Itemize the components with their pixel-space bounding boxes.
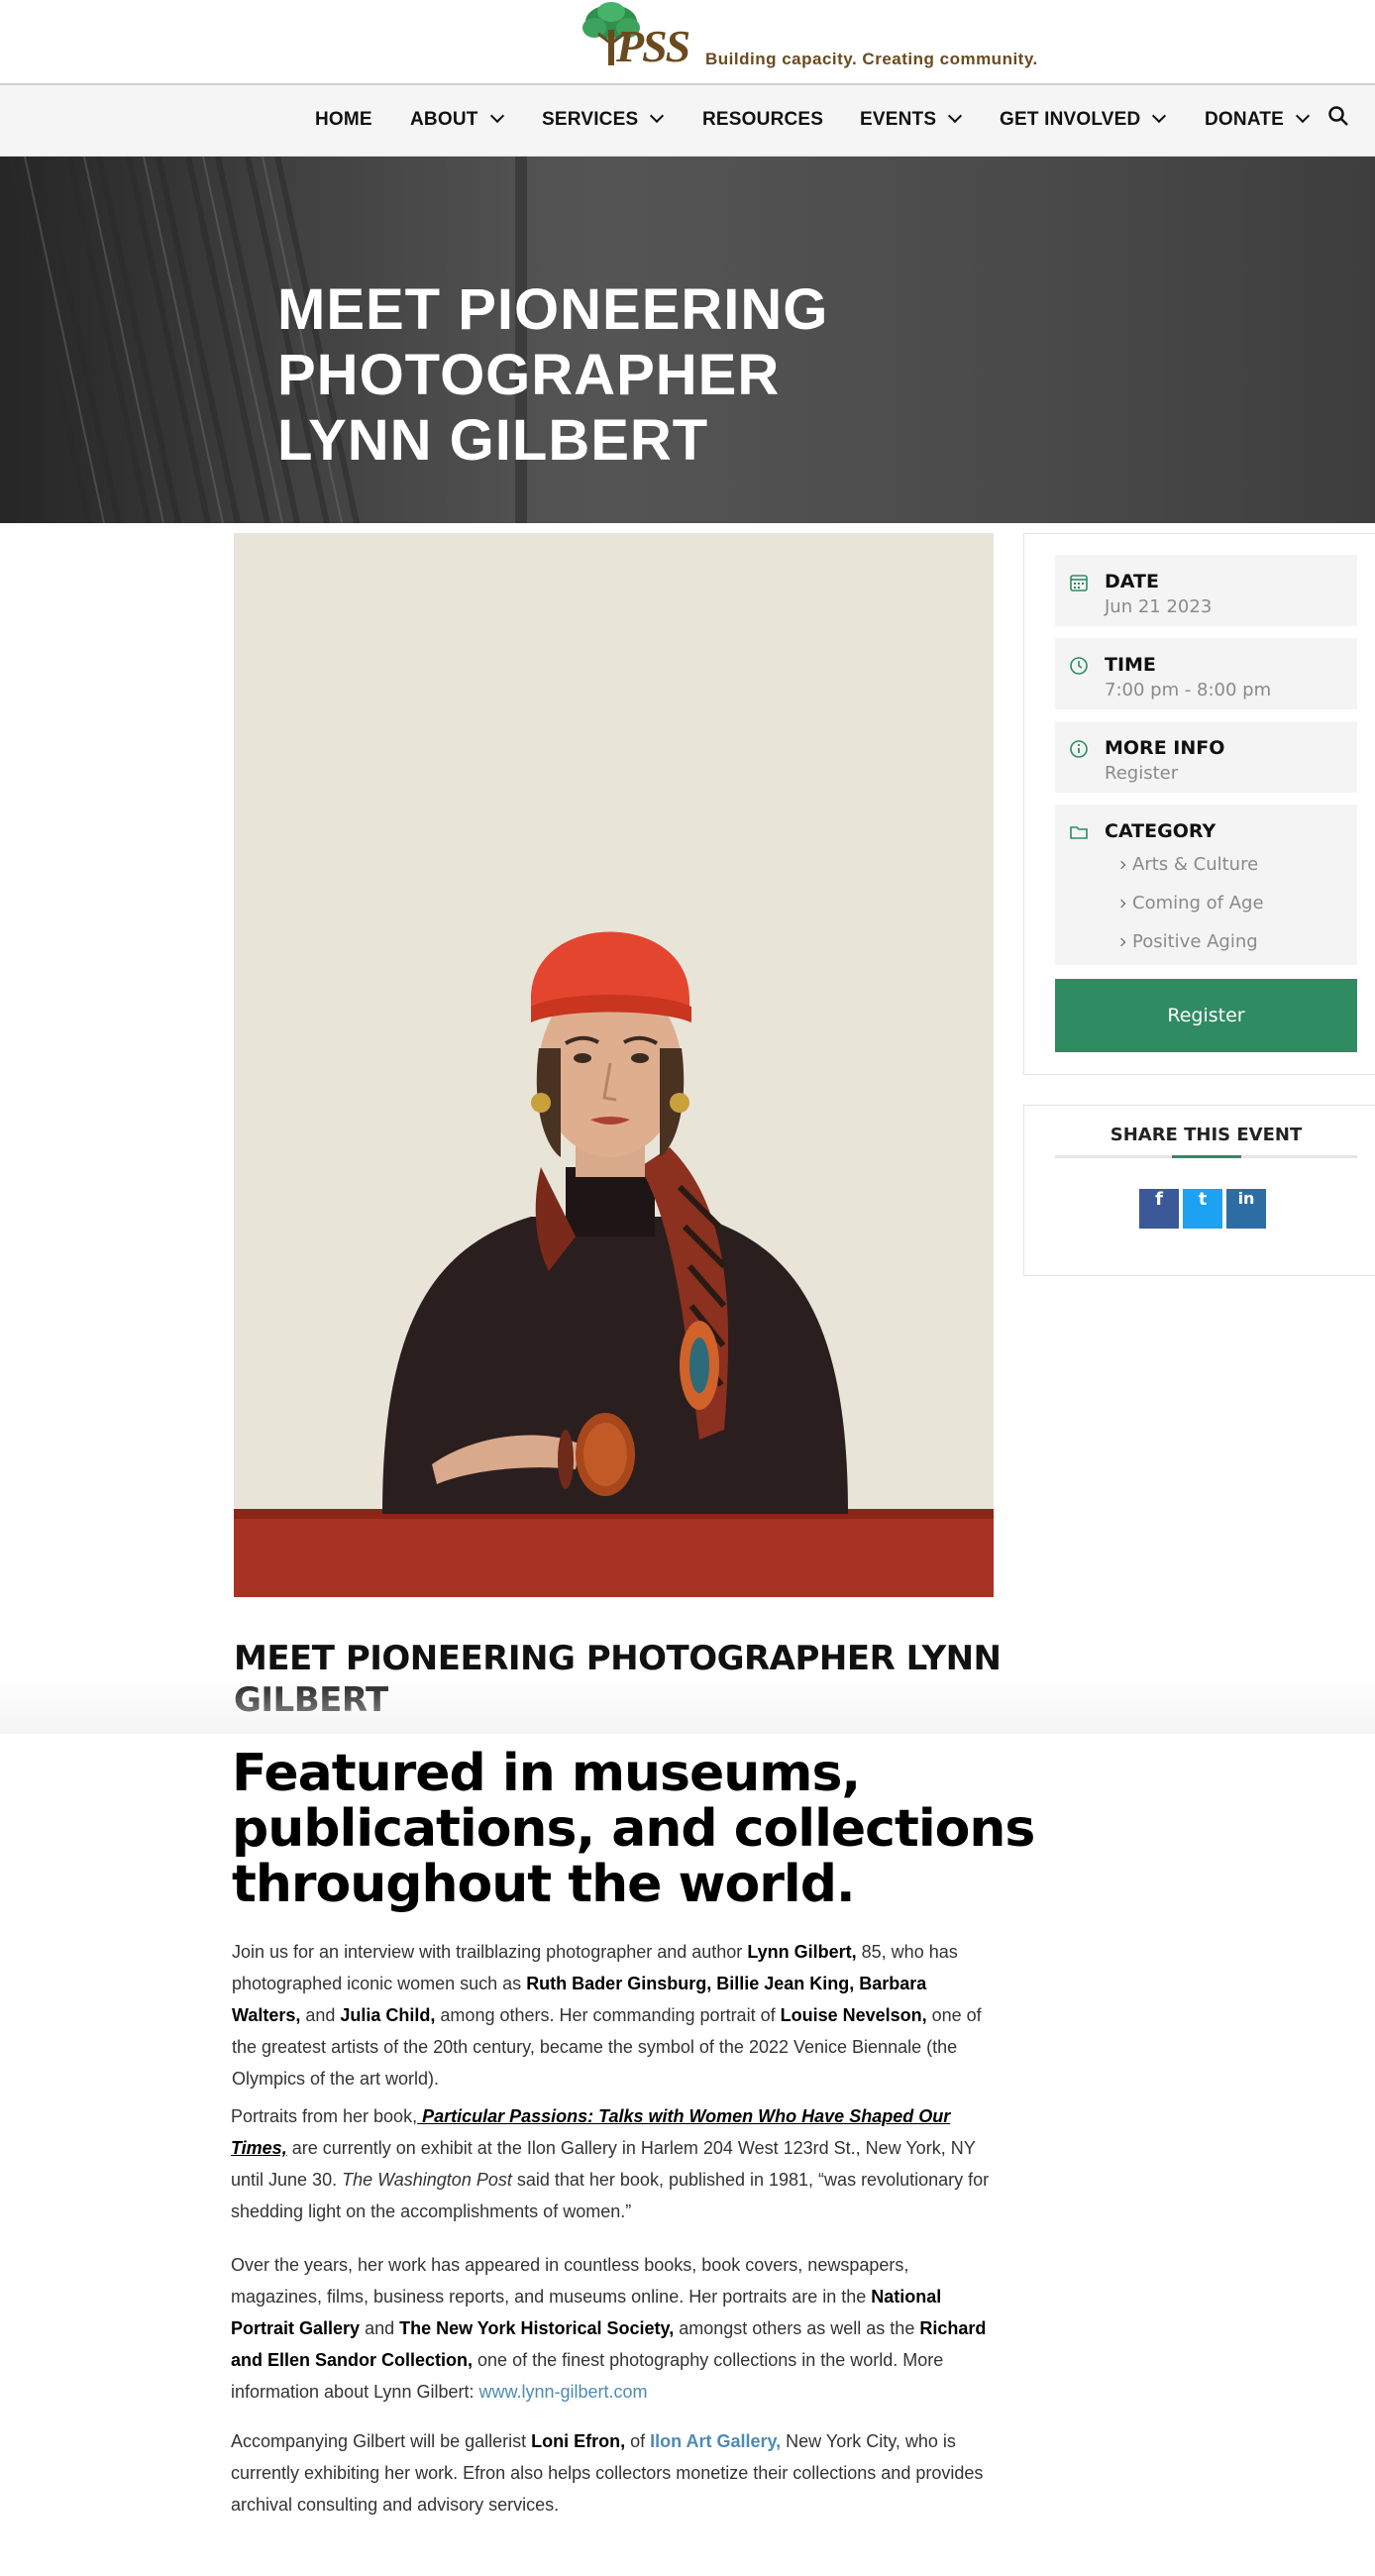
text-span: amongst others as well as the — [674, 2318, 920, 2338]
category-item-label: Positive Aging — [1132, 931, 1258, 952]
hero-title: MEET PIONEERING PHOTOGRAPHER LYNN GILBER… — [277, 277, 1347, 474]
date-value: Jun 21 2023 — [1105, 596, 1213, 617]
nav-label: RESOURCES — [702, 109, 824, 130]
hero-banner: MEET PIONEERING PHOTOGRAPHER LYNN GILBER… — [0, 157, 1375, 523]
sticky-fade-overlay — [0, 1674, 1375, 1734]
category-item-label: Arts & Culture — [1132, 854, 1259, 875]
gallery-link[interactable]: Ilon Art Gallery, — [650, 2431, 781, 2451]
article-headline: Featured in museums, publications, and c… — [232, 1744, 1035, 1914]
nav-item-home[interactable]: HOME — [315, 109, 372, 131]
bold-name: Louise Nevelson, — [780, 2005, 927, 2025]
category-item-positive-aging[interactable]: Positive Aging — [1116, 931, 1258, 952]
site-logo[interactable]: PSS Building capacity. Creating communit… — [577, 0, 1052, 75]
nav-item-resources[interactable]: RESOURCES — [702, 109, 823, 131]
more-info-link[interactable]: Register — [1105, 763, 1178, 784]
text-span: Join us for an interview with trailblazi… — [232, 1942, 748, 1962]
chevron-down-icon — [650, 108, 665, 124]
nav-label: EVENTS — [860, 109, 937, 130]
nav-label: DONATE — [1205, 109, 1285, 130]
text-span: Portraits from her book, — [231, 2106, 418, 2126]
search-icon[interactable] — [1327, 105, 1349, 127]
date-label: DATE — [1105, 571, 1159, 592]
bold-name: Loni Efron, — [531, 2431, 626, 2451]
text-span: and — [300, 2005, 341, 2025]
facebook-share-button[interactable]: f — [1139, 1189, 1179, 1229]
chevron-down-icon — [948, 108, 963, 124]
main-nav: HOME ABOUT SERVICES RESOURCES EVENTS GET… — [0, 83, 1375, 157]
time-label: TIME — [1105, 654, 1156, 676]
twitter-share-button[interactable]: t — [1183, 1189, 1222, 1229]
more-info-label: MORE INFO — [1105, 737, 1225, 759]
chevron-right-icon — [1116, 899, 1126, 909]
chevron-down-icon — [489, 108, 504, 124]
nav-label: ABOUT — [410, 109, 478, 130]
info-icon — [1070, 740, 1088, 758]
hero-title-line2: LYNN GILBERT — [277, 408, 709, 473]
share-divider-accent — [1172, 1155, 1241, 1158]
text-span: and — [360, 2318, 400, 2338]
text-span: Accompanying Gilbert will be gallerist — [231, 2431, 532, 2451]
logo-wordmark: PSS — [616, 21, 690, 71]
chevron-down-icon — [1295, 108, 1311, 124]
site-tagline: Building capacity. Creating community. — [705, 50, 1038, 68]
text-span: Over the years, her work has appeared in… — [231, 2255, 909, 2307]
nav-item-donate[interactable]: DONATE — [1205, 108, 1311, 131]
event-category-box: CATEGORY Arts & Culture Coming of Age Po… — [1055, 805, 1357, 965]
text-span: of — [625, 2431, 651, 2451]
article-paragraph-4: Accompanying Gilbert will be gallerist L… — [231, 2425, 994, 2521]
nav-label: HOME — [315, 109, 372, 130]
register-button[interactable]: Register — [1055, 979, 1357, 1052]
article-paragraph-1: Join us for an interview with trailblazi… — [232, 1936, 995, 2094]
bold-name: Lynn Gilbert, — [747, 1942, 857, 1962]
nav-item-events[interactable]: EVENTS — [860, 108, 963, 131]
category-label: CATEGORY — [1105, 820, 1216, 842]
portrait-photo — [234, 533, 994, 1597]
nav-item-get-involved[interactable]: GET INVOLVED — [1000, 108, 1167, 131]
facebook-icon: f — [1155, 1189, 1163, 1210]
linkedin-icon: in — [1237, 1189, 1255, 1208]
hero-title-line1: MEET PIONEERING PHOTOGRAPHER — [277, 277, 829, 407]
event-date-box: DATE Jun 21 2023 — [1055, 555, 1357, 626]
nav-item-services[interactable]: SERVICES — [542, 108, 665, 131]
event-featured-image — [234, 533, 994, 1597]
website-link[interactable]: www.lynn-gilbert.com — [478, 2382, 647, 2402]
category-item-arts-culture[interactable]: Arts & Culture — [1116, 854, 1259, 875]
time-value: 7:00 pm - 8:00 pm — [1105, 680, 1272, 700]
category-item-label: Coming of Age — [1132, 893, 1264, 913]
event-more-info-box: MORE INFO Register — [1055, 721, 1357, 793]
article-paragraph-2: Portraits from her book, Particular Pass… — [231, 2100, 994, 2227]
nav-item-about[interactable]: ABOUT — [410, 108, 504, 131]
site-header: PSS Building capacity. Creating communit… — [0, 0, 1375, 83]
chevron-down-icon — [1152, 108, 1167, 124]
calendar-icon — [1070, 575, 1088, 591]
linkedin-share-button[interactable]: in — [1226, 1189, 1266, 1229]
text-span: among others. Her commanding portrait of — [435, 2005, 781, 2025]
nav-label: SERVICES — [542, 109, 639, 130]
twitter-icon: t — [1198, 1189, 1208, 1210]
bold-name: Julia Child, — [340, 2005, 436, 2025]
bold-name: The New York Historical Society, — [399, 2318, 675, 2338]
chevron-right-icon — [1116, 937, 1126, 947]
event-time-box: TIME 7:00 pm - 8:00 pm — [1055, 638, 1357, 709]
folder-icon — [1070, 826, 1088, 839]
article-paragraph-3: Over the years, her work has appeared in… — [231, 2249, 994, 2408]
publication-name: The Washington Post — [342, 2170, 512, 2190]
share-title: SHARE THIS EVENT — [1110, 1125, 1303, 1145]
category-item-coming-of-age[interactable]: Coming of Age — [1116, 893, 1264, 913]
nav-label: GET INVOLVED — [1000, 109, 1141, 130]
chevron-right-icon — [1116, 860, 1126, 870]
clock-icon — [1070, 657, 1088, 675]
